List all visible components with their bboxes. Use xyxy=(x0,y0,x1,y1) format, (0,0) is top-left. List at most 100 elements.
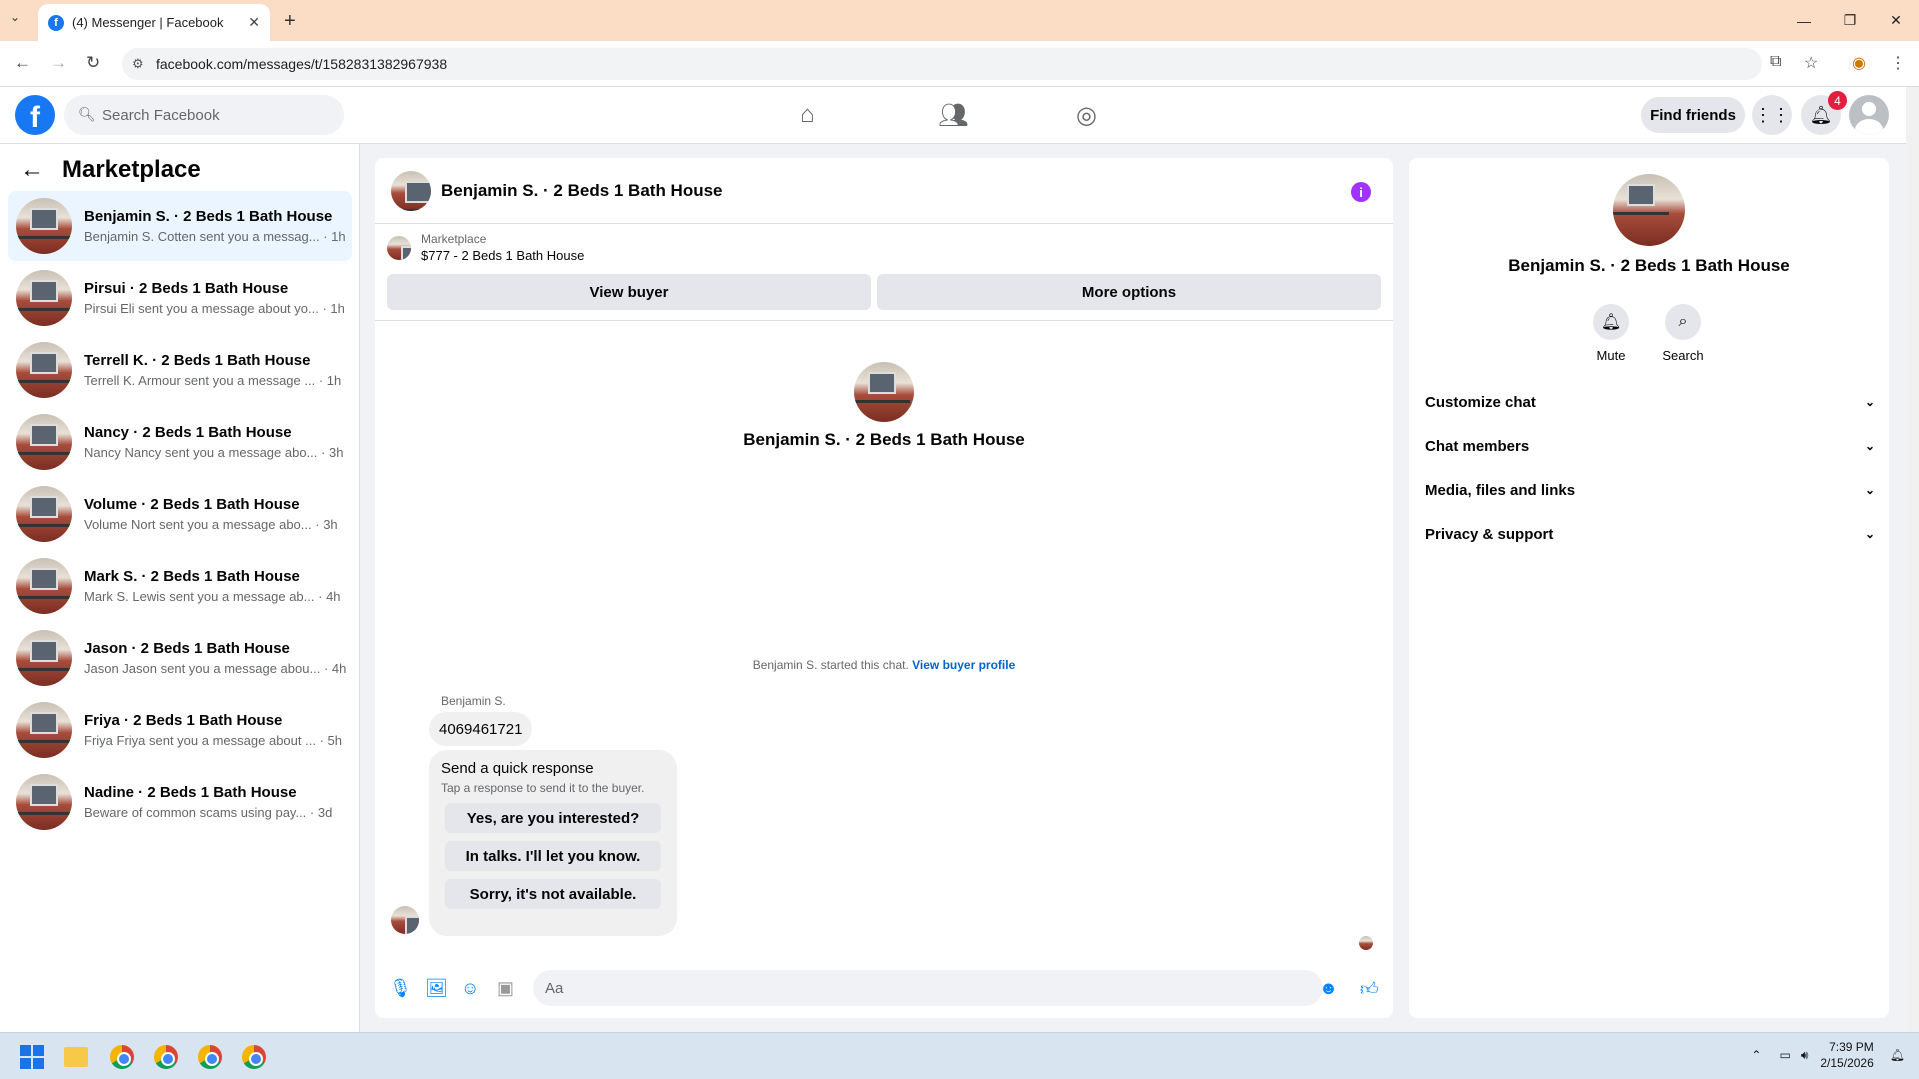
message-input[interactable]: Aa xyxy=(533,970,1323,1006)
restore-icon[interactable]: ❐ xyxy=(1827,0,1873,41)
conversation-item[interactable]: Benjamin S. · 2 Beds 1 Bath House Benjami… xyxy=(8,191,352,261)
conversation-item[interactable]: Friya · 2 Beds 1 Bath House Friya Friya s… xyxy=(8,695,352,765)
quick-response-button[interactable]: In talks. I'll let you know. xyxy=(445,841,661,871)
bell-icon: 🔔︎ xyxy=(1593,304,1629,340)
preview-text: Pirsui Eli sent you a message about yo..… xyxy=(84,301,319,316)
quick-response-card: Send a quick response Tap a response to … xyxy=(429,750,677,936)
sender-avatar xyxy=(391,906,419,934)
reload-icon[interactable]: ↻ xyxy=(86,53,100,73)
system-tray: ⌃ ▭ 🔊︎ 7:39 PM 2/15/2026 🔔︎ xyxy=(1751,1039,1905,1071)
info-icon[interactable]: i xyxy=(1351,182,1371,202)
more-options-button[interactable]: More options xyxy=(877,274,1381,310)
show-hidden-icons-icon[interactable]: ⌃ xyxy=(1751,1048,1761,1062)
read-receipt-avatar xyxy=(1359,936,1373,950)
conversation-preview: Nancy Nancy sent you a message abo... · … xyxy=(84,445,343,460)
sticker-icon[interactable]: ☺ xyxy=(461,978,479,999)
start-icon[interactable] xyxy=(16,1041,48,1073)
conversation-item[interactable]: Volume · 2 Beds 1 Bath House Volume Nort … xyxy=(8,479,352,549)
chat-avatar[interactable] xyxy=(391,170,431,211)
conversation-item[interactable]: Terrell K. · 2 Beds 1 Bath House Terrell … xyxy=(8,335,352,405)
address-bar[interactable]: ⚙ facebook.com/messages/t/15828313829679… xyxy=(122,48,1762,80)
network-icon[interactable]: ▭ xyxy=(1779,1048,1790,1062)
clock[interactable]: 7:39 PM 2/15/2026 xyxy=(1820,1039,1873,1071)
conversation-time: · 3d xyxy=(309,805,333,820)
message-bubble[interactable]: 4069461721 xyxy=(429,712,533,746)
site-info-icon[interactable]: ⚙ xyxy=(132,56,144,72)
account-avatar[interactable] xyxy=(1849,95,1889,135)
conversation-avatar xyxy=(16,414,72,470)
tab-list-chevron-icon[interactable]: ⌄ xyxy=(10,10,20,24)
quick-response-button[interactable]: Yes, are you interested? xyxy=(445,803,661,833)
facebook-logo-icon[interactable]: f xyxy=(15,95,55,135)
conversation-avatar xyxy=(16,558,72,614)
notification-badge: 4 xyxy=(1828,91,1847,110)
friends-icon[interactable]: 👥︎ xyxy=(938,101,968,130)
home-icon[interactable]: ⌂ xyxy=(800,101,815,129)
chrome-menu-icon[interactable]: ⋮ xyxy=(1890,53,1906,73)
forward-icon[interactable]: → xyxy=(50,53,67,73)
volume-icon[interactable]: 🔊︎ xyxy=(1801,1048,1809,1063)
photo-icon[interactable]: 🖼︎ xyxy=(425,978,448,999)
chrome-icon[interactable] xyxy=(194,1041,226,1073)
browser-tab[interactable]: f (4) Messenger | Facebook ✕ xyxy=(38,4,270,41)
bookmark-star-icon[interactable]: ☆ xyxy=(1804,53,1818,73)
started-text: Benjamin S. started this chat. xyxy=(752,658,909,672)
conversation-item[interactable]: Jason · 2 Beds 1 Bath House Jason Jason s… xyxy=(8,623,352,693)
conversation-item[interactable]: Mark S. · 2 Beds 1 Bath House Mark S. Lew… xyxy=(8,551,352,621)
chat-title[interactable]: Benjamin S. · 2 Beds 1 Bath House xyxy=(441,181,723,201)
customize-chat-row[interactable]: Customize chat ⌄ xyxy=(1425,380,1875,424)
marketplace-listing[interactable]: Marketplace $777 - 2 Beds 1 Bath House xyxy=(387,232,584,263)
conversation-item[interactable]: Nancy · 2 Beds 1 Bath House Nancy Nancy s… xyxy=(8,407,352,477)
chrome-icon[interactable] xyxy=(238,1041,270,1073)
conversation-avatar xyxy=(16,702,72,758)
profile-icon[interactable]: ◉ xyxy=(1852,53,1866,73)
conversation-time: · 4h xyxy=(318,589,341,604)
conversation-item[interactable]: Pirsui · 2 Beds 1 Bath House Pirsui Eli s… xyxy=(8,263,352,333)
chrome-icon[interactable] xyxy=(106,1041,138,1073)
close-tab-icon[interactable]: ✕ xyxy=(248,14,260,31)
notifications-bell-icon[interactable]: 🔔︎ 4 xyxy=(1801,91,1847,135)
section-label: Media, files and links xyxy=(1425,481,1576,499)
preview-text: Friya Friya sent you a message about ... xyxy=(84,733,316,748)
back-icon[interactable]: ← xyxy=(14,53,31,73)
chat-panel: Benjamin S. · 2 Beds 1 Bath House i Mark… xyxy=(375,158,1393,1018)
chevron-down-icon: ⌄ xyxy=(1864,395,1875,409)
section-label: Privacy & support xyxy=(1425,525,1554,543)
search-input[interactable]: 🔍︎ Search Facebook xyxy=(64,95,344,135)
conversation-item[interactable]: Nadine · 2 Beds 1 Bath House Beware of co… xyxy=(8,767,352,837)
install-app-icon[interactable]: ⧉ xyxy=(1770,53,1781,71)
conversation-name: Nancy · 2 Beds 1 Bath House xyxy=(84,424,292,441)
file-explorer-icon[interactable] xyxy=(60,1041,92,1073)
search-label: Search xyxy=(1662,348,1704,363)
view-buyer-button[interactable]: View buyer xyxy=(387,274,871,310)
conversation-name: Friya · 2 Beds 1 Bath House xyxy=(84,712,283,729)
browser-tab-strip: ⌄ f (4) Messenger | Facebook ✕ + — ❐ ✕ xyxy=(0,0,1919,41)
preview-text: Jason Jason sent you a message abou... xyxy=(84,661,321,676)
page-scrollbar[interactable] xyxy=(1906,87,1919,1032)
search-button[interactable]: ⌕ Search xyxy=(1648,304,1718,363)
date: 2/15/2026 xyxy=(1820,1056,1874,1070)
gif-icon[interactable]: ▣ xyxy=(497,978,514,999)
quick-response-button[interactable]: Sorry, it's not available. xyxy=(445,879,661,909)
media-files-links-row[interactable]: Media, files and links ⌄ xyxy=(1425,468,1875,512)
privacy-support-row[interactable]: Privacy & support ⌄ xyxy=(1425,512,1875,556)
new-tab-icon[interactable]: + xyxy=(284,10,296,33)
chat-members-row[interactable]: Chat members ⌄ xyxy=(1425,424,1875,468)
find-friends-button[interactable]: Find friends xyxy=(1641,97,1745,133)
search-icon: 🔍︎ xyxy=(78,106,96,122)
chrome-icon[interactable] xyxy=(150,1041,182,1073)
menu-grid-icon[interactable]: ⋮⋮ xyxy=(1752,95,1792,135)
conversation-name: Pirsui · 2 Beds 1 Bath House xyxy=(84,280,289,297)
close-window-icon[interactable]: ✕ xyxy=(1873,0,1919,41)
view-buyer-profile-link[interactable]: View buyer profile xyxy=(912,658,1015,672)
notification-bell-icon[interactable]: 🔔︎ xyxy=(1890,1048,1905,1062)
groups-icon[interactable]: ◎ xyxy=(1076,101,1097,130)
marketplace-label: Marketplace xyxy=(421,232,487,246)
microphone-icon[interactable]: 🎙︎ xyxy=(389,978,412,999)
preview-text: Terrell K. Armour sent you a message ... xyxy=(84,373,316,388)
minimize-icon[interactable]: — xyxy=(1781,0,1827,41)
back-arrow-icon[interactable]: ← xyxy=(20,156,44,184)
mute-button[interactable]: 🔔︎ Mute xyxy=(1576,304,1646,363)
like-thumb-icon[interactable]: 👍︎ xyxy=(1360,978,1379,1000)
conversation-preview: Mark S. Lewis sent you a message ab... ·… xyxy=(84,589,341,604)
